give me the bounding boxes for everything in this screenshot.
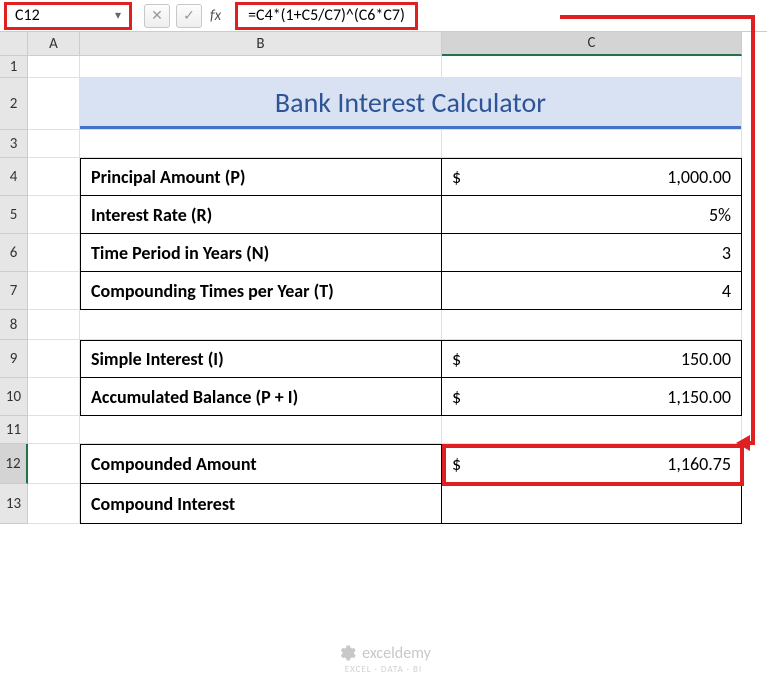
cell-C8[interactable] [442, 310, 742, 340]
label-compounded: Compounded Amount [80, 444, 442, 484]
row-header-13[interactable]: 13 [0, 484, 28, 524]
annotation-arrow-v [751, 17, 755, 443]
confirm-button[interactable]: ✓ [176, 4, 202, 28]
cell-B7[interactable]: Compounding Times per Year (T) [80, 272, 442, 310]
row-header-7[interactable]: 7 [0, 272, 28, 310]
cell-A9[interactable] [28, 340, 80, 378]
label-rate: Interest Rate (R) [80, 196, 442, 234]
principal-value: 1,000.00 [667, 166, 731, 188]
row-header-12[interactable]: 12 [0, 444, 28, 484]
principal-symbol: $ [452, 166, 461, 188]
cell-B11[interactable] [80, 416, 442, 444]
cell-B4[interactable]: Principal Amount (P) [80, 158, 442, 196]
row-header-9[interactable]: 9 [0, 340, 28, 378]
acc-value: 1,150.00 [667, 386, 731, 408]
label-si: Simple Interest (I) [80, 340, 442, 378]
row-header-4[interactable]: 4 [0, 158, 28, 196]
name-box[interactable]: C12 ▾ [4, 2, 132, 30]
cell-C7[interactable]: 4 [442, 272, 742, 310]
label-acc: Accumulated Balance (P + I) [80, 378, 442, 416]
rate-value: 5% [452, 204, 731, 226]
cell-C1[interactable] [442, 56, 742, 78]
row-header-5[interactable]: 5 [0, 196, 28, 234]
cell-B5[interactable]: Interest Rate (R) [80, 196, 442, 234]
col-header-A[interactable]: A [28, 32, 80, 56]
cell-B6[interactable]: Time Period in Years (N) [80, 234, 442, 272]
calculator-title: Bank Interest Calculator [80, 78, 741, 129]
row-headers: 1 2 3 4 5 6 7 8 9 10 11 12 13 [0, 56, 28, 524]
cell-A10[interactable] [28, 378, 80, 416]
gear-icon [336, 643, 356, 663]
fx-label[interactable]: fx [208, 7, 227, 25]
cell-B10[interactable]: Accumulated Balance (P + I) [80, 378, 442, 416]
row-header-11[interactable]: 11 [0, 416, 28, 444]
formula-bar-controls: ✕ ✓ fx [136, 4, 235, 28]
row-header-1[interactable]: 1 [0, 56, 28, 78]
select-all-corner[interactable] [0, 32, 28, 56]
title-cell[interactable]: Bank Interest Calculator [80, 78, 742, 130]
si-symbol: $ [452, 348, 461, 370]
cancel-button[interactable]: ✕ [144, 4, 170, 28]
label-principal: Principal Amount (P) [80, 158, 442, 196]
col-header-C[interactable]: C [442, 32, 742, 56]
grid: Bank Interest Calculator Principal Amoun… [28, 56, 767, 524]
name-box-value: C12 [15, 6, 115, 25]
cell-A8[interactable] [28, 310, 80, 340]
acc-symbol: $ [452, 386, 461, 408]
cell-C10[interactable]: $1,150.00 [442, 378, 742, 416]
label-compounding: Compounding Times per Year (T) [80, 272, 442, 310]
cell-B13[interactable]: Compound Interest [80, 484, 442, 524]
row-header-6[interactable]: 6 [0, 234, 28, 272]
ca-value: 1,160.75 [667, 453, 731, 475]
cell-C9[interactable]: $150.00 [442, 340, 742, 378]
si-value: 150.00 [681, 348, 731, 370]
x-icon: ✕ [151, 7, 163, 24]
annotation-arrow-head [736, 435, 750, 451]
row-header-8[interactable]: 8 [0, 310, 28, 340]
watermark-sub: EXCEL · DATA · BI [345, 664, 422, 675]
cell-B9[interactable]: Simple Interest (I) [80, 340, 442, 378]
cell-B1[interactable] [80, 56, 442, 78]
compounding-value: 4 [452, 280, 731, 302]
row-header-2[interactable]: 2 [0, 78, 28, 130]
cell-C13[interactable] [442, 484, 742, 524]
cell-C11[interactable] [442, 416, 742, 444]
years-value: 3 [452, 242, 731, 264]
chevron-down-icon[interactable]: ▾ [115, 8, 121, 23]
annotation-arrow-h-top [560, 15, 755, 19]
cell-C12[interactable]: $1,160.75 [442, 444, 742, 484]
cell-B8[interactable] [80, 310, 442, 340]
cell-A1[interactable] [28, 56, 80, 78]
row-header-3[interactable]: 3 [0, 130, 28, 158]
cell-A7[interactable] [28, 272, 80, 310]
formula-input[interactable]: =C4*(1+C5/C7)^(C6*C7) [235, 2, 418, 30]
cell-B12[interactable]: Compounded Amount [80, 444, 442, 484]
spreadsheet: A B C 1 2 3 4 5 6 7 8 9 10 11 12 13 Bank… [0, 32, 767, 524]
cell-C3[interactable] [442, 130, 742, 158]
watermark-text: exceldemy [362, 644, 431, 663]
cell-C5[interactable]: 5% [442, 196, 742, 234]
label-years: Time Period in Years (N) [80, 234, 442, 272]
cell-A6[interactable] [28, 234, 80, 272]
watermark: exceldemy [336, 643, 431, 663]
cell-A3[interactable] [28, 130, 80, 158]
row-header-10[interactable]: 10 [0, 378, 28, 416]
ca-symbol: $ [452, 453, 461, 475]
cell-A4[interactable] [28, 158, 80, 196]
cell-A5[interactable] [28, 196, 80, 234]
column-headers: A B C [28, 32, 767, 56]
col-header-B[interactable]: B [80, 32, 442, 56]
cell-A2[interactable] [28, 78, 80, 130]
cell-C4[interactable]: $1,000.00 [442, 158, 742, 196]
cell-A12[interactable] [28, 444, 80, 484]
cell-B3[interactable] [80, 130, 442, 158]
check-icon: ✓ [183, 7, 195, 24]
cell-C6[interactable]: 3 [442, 234, 742, 272]
cell-A11[interactable] [28, 416, 80, 444]
label-ci: Compound Interest [80, 484, 442, 524]
cell-A13[interactable] [28, 484, 80, 524]
